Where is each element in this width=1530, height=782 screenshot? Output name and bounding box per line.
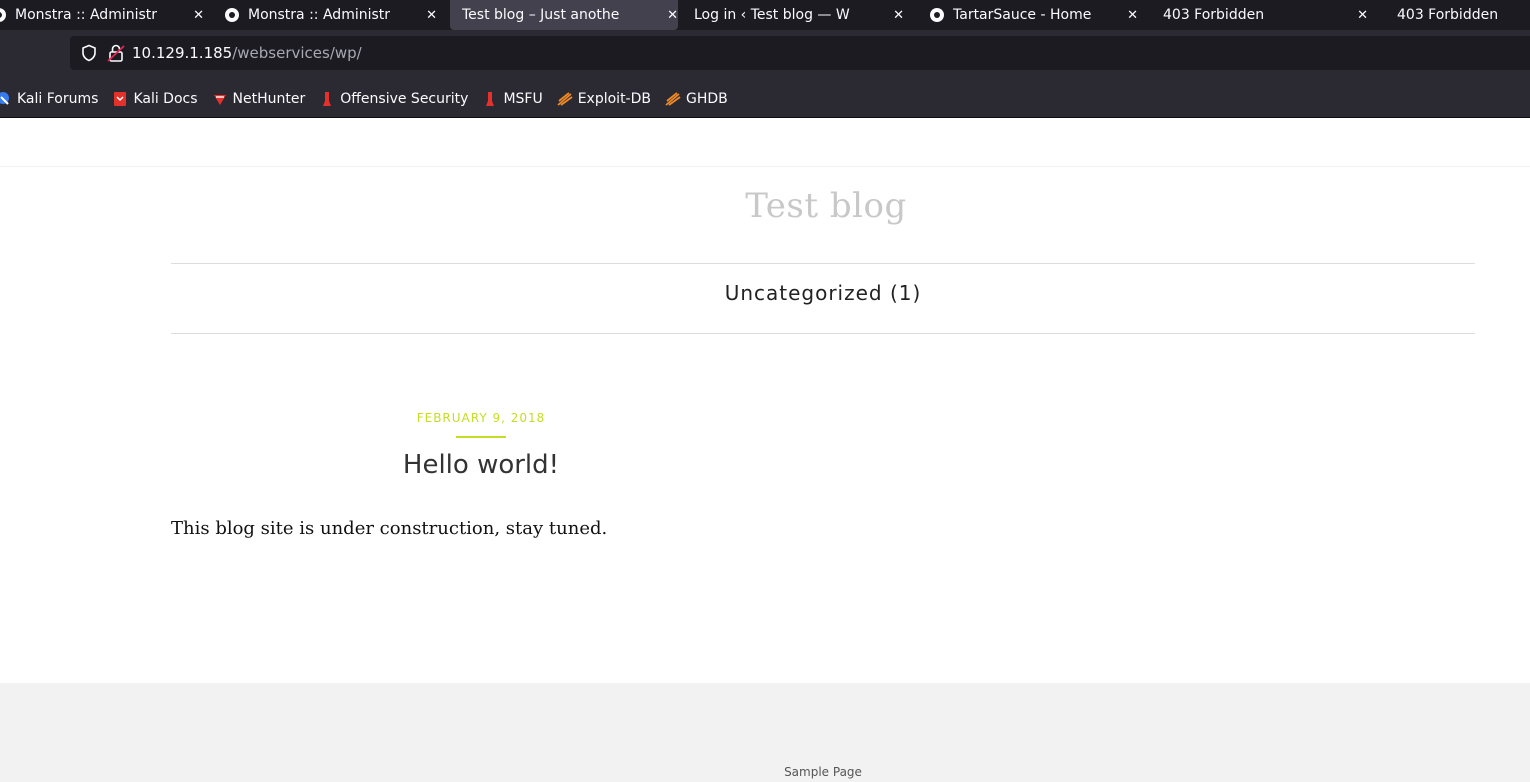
post-title[interactable]: Hello world! — [331, 450, 631, 480]
date-underline — [456, 436, 506, 438]
close-tab-icon[interactable]: ✕ — [426, 8, 437, 23]
bookmark-nethunter[interactable]: NetHunter — [212, 90, 306, 107]
site-footer: Sample Page — [0, 683, 1530, 782]
tab-login[interactable]: Log in ‹ Test blog — W ✕ — [694, 0, 904, 30]
nethunter-icon — [213, 94, 226, 105]
bookmark-ghdb[interactable]: GHDB — [665, 91, 728, 107]
bookmark-label: Kali Forums — [17, 90, 99, 107]
close-tab-icon[interactable]: ✕ — [1357, 8, 1368, 23]
tab-strip: Monstra :: Administr ✕ Monstra :: Admini… — [0, 0, 1530, 30]
bookmark-msfu[interactable]: MSFU — [482, 90, 543, 107]
site-title[interactable]: Test blog — [0, 186, 1530, 226]
bookmark-label: Kali Docs — [133, 90, 198, 107]
tab-tartarsauce[interactable]: TartarSauce - Home ✕ — [930, 0, 1138, 30]
post-date[interactable]: FEBRUARY 9, 2018 — [331, 411, 631, 425]
monstra-favicon-icon — [225, 8, 239, 22]
tab-title: Log in ‹ Test blog — W — [694, 7, 850, 23]
monstra-favicon-icon — [0, 8, 6, 22]
tab-403-forbidden-1[interactable]: 403 Forbidden ✕ — [1163, 0, 1368, 30]
tab-title: Test blog – Just anothe — [462, 7, 620, 23]
header-divider — [0, 166, 1530, 167]
post-excerpt: This blog site is under construction, st… — [171, 518, 608, 539]
bookmark-kali-forums[interactable]: Kali Forums — [0, 91, 98, 107]
offsec-icon — [323, 91, 332, 106]
tab-test-blog[interactable]: Test blog – Just anothe ✕ — [450, 0, 678, 30]
exploit-db-icon — [557, 91, 573, 106]
tab-title: 403 Forbidden — [1397, 7, 1499, 23]
close-tab-icon[interactable]: ✕ — [667, 8, 678, 23]
tartarsauce-favicon-icon — [930, 8, 944, 22]
category-link[interactable]: Uncategorized — [725, 281, 883, 305]
category-count: (1) — [889, 281, 922, 305]
tab-title: 403 Forbidden — [1163, 7, 1265, 23]
close-tab-icon[interactable]: ✕ — [1127, 8, 1138, 23]
tab-403-forbidden-2[interactable]: 403 Forbidden — [1397, 0, 1530, 30]
bookmarks-toolbar: Kali Forums Kali Docs NetHunter Offensiv… — [0, 80, 1530, 118]
kali-docs-icon — [114, 91, 127, 106]
bookmark-label: NetHunter — [232, 90, 306, 107]
menu-top-divider — [171, 263, 1475, 264]
web-page: Test blog Uncategorized (1) FEBRUARY 9, … — [0, 118, 1530, 782]
bookmark-label: GHDB — [686, 90, 728, 107]
menu-bottom-divider — [171, 333, 1475, 334]
bookmark-exploit-db[interactable]: Exploit-DB — [557, 91, 651, 107]
close-tab-icon[interactable]: ✕ — [193, 8, 204, 23]
close-tab-icon[interactable]: ✕ — [893, 8, 904, 23]
tab-monstra-admin-2[interactable]: Monstra :: Administr ✕ — [225, 0, 437, 30]
bookmark-label: Exploit-DB — [577, 90, 651, 107]
url-bar[interactable]: 10.129.1.185/webservices/wp/ — [70, 36, 1530, 70]
msfu-icon — [486, 91, 495, 106]
category-menu: Uncategorized (1) — [171, 281, 1475, 305]
tab-title: Monstra :: Administr — [15, 7, 158, 23]
bookmark-label: Offensive Security — [340, 90, 469, 107]
footer-sample-page-link[interactable]: Sample Page — [0, 765, 1530, 779]
insecure-lock-icon[interactable] — [106, 43, 126, 63]
tab-title: TartarSauce - Home — [953, 7, 1092, 23]
bookmark-offensive-security[interactable]: Offensive Security — [319, 91, 468, 107]
url-host: 10.129.1.185 — [132, 44, 233, 62]
url-path: /webservices/wp/ — [232, 44, 362, 62]
nav-toolbar: 10.129.1.185/webservices/wp/ — [0, 30, 1530, 80]
tab-monstra-admin-1[interactable]: Monstra :: Administr ✕ — [0, 0, 204, 30]
ghdb-icon — [665, 91, 681, 106]
shield-icon[interactable] — [80, 44, 98, 62]
bookmark-kali-docs[interactable]: Kali Docs — [112, 90, 198, 107]
kali-forums-icon — [0, 91, 9, 105]
bookmark-label: MSFU — [503, 90, 543, 107]
tab-title: Monstra :: Administr — [248, 7, 391, 23]
